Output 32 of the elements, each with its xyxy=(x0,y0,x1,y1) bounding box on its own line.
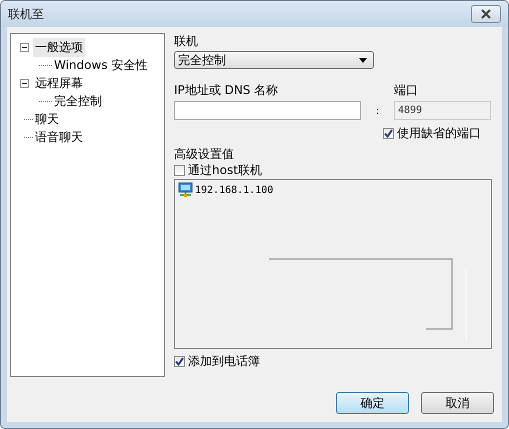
minus-icon xyxy=(20,42,29,52)
checkbox[interactable] xyxy=(174,164,185,176)
field-label: 端口 xyxy=(394,83,419,98)
tree-item[interactable]: 聊天 xyxy=(33,110,61,128)
separator-text: : xyxy=(374,106,380,119)
connection-dropdown[interactable]: 完全控制 xyxy=(174,51,374,69)
field-label: IP地址或 DNS 名称 xyxy=(174,83,280,98)
collapse-toggle[interactable] xyxy=(20,78,29,88)
close-button[interactable] xyxy=(471,5,501,23)
ok-button[interactable]: 确定 xyxy=(336,392,409,414)
field-label: 联机 xyxy=(174,34,199,49)
close-icon xyxy=(479,9,493,19)
minus-icon xyxy=(20,78,29,88)
dropdown-value: 完全控制 xyxy=(178,52,226,68)
checkbox[interactable] xyxy=(383,128,394,138)
checkbox-label: 添加到电话簿 xyxy=(188,352,260,370)
collapse-toggle[interactable] xyxy=(20,42,29,52)
tree-item[interactable]: 语音聊天 xyxy=(33,128,85,146)
computer-icon xyxy=(178,182,194,198)
cancel-button[interactable]: 取消 xyxy=(421,392,494,414)
window-title: 联机至 xyxy=(8,6,44,22)
tree-item[interactable]: 一般选项 xyxy=(33,38,85,56)
tree-item[interactable]: Windows 安全性 xyxy=(52,56,150,74)
section-label: 高级设置值 xyxy=(174,147,235,162)
tree-item[interactable]: 完全控制 xyxy=(52,92,104,110)
address-input-field[interactable] xyxy=(174,101,361,120)
checkbox-label: 通过host联机 xyxy=(188,162,262,178)
checkbox-label: 使用缺省的端口 xyxy=(397,124,481,142)
tree-item[interactable]: 远程屏幕 xyxy=(33,74,85,92)
dropdown-arrow-icon xyxy=(359,58,367,62)
host-item[interactable]: 192.168.1.100 xyxy=(195,184,274,196)
checkbox[interactable] xyxy=(174,356,185,366)
